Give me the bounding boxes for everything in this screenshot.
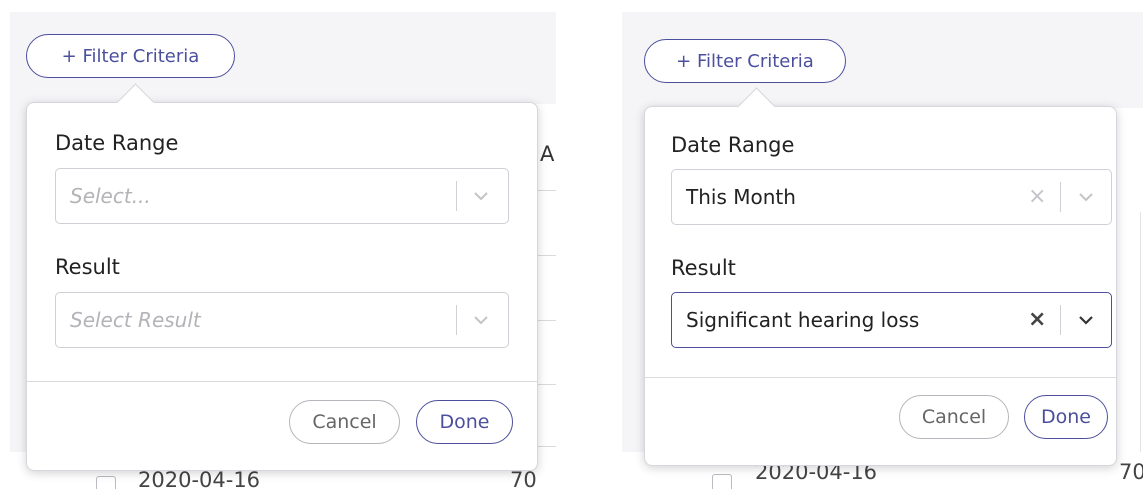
table-header-fragment: A [540, 142, 555, 166]
popover-divider [645, 377, 1116, 378]
date-range-value: This Month [686, 185, 796, 209]
cancel-button[interactable]: Cancel [899, 395, 1009, 439]
column-divider [1140, 212, 1141, 452]
filter-popover: Date Range Select... Result Select Resul… [26, 83, 538, 471]
select-separator [456, 305, 457, 335]
right-screenshot-panel: 2020-04-16 70 + Filter Criteria Date Ran… [622, 12, 1143, 489]
row-checkbox[interactable] [712, 474, 732, 489]
date-range-select[interactable]: This Month × [671, 169, 1112, 225]
select-separator [456, 181, 457, 211]
select-separator [1060, 305, 1061, 335]
cancel-button[interactable]: Cancel [289, 400, 400, 444]
date-range-label: Date Range [671, 133, 795, 157]
row-date: 2020-04-16 [138, 468, 261, 489]
done-button[interactable]: Done [1024, 395, 1108, 439]
row-number: 70 [1119, 460, 1143, 484]
result-select[interactable]: Select Result [55, 292, 509, 348]
clear-icon[interactable]: × [1028, 309, 1046, 331]
chevron-down-icon[interactable] [1077, 311, 1095, 329]
date-range-label: Date Range [55, 131, 179, 155]
result-select[interactable]: Significant hearing loss × [671, 292, 1112, 348]
row-checkbox[interactable] [96, 476, 116, 489]
popover-divider [27, 381, 537, 382]
chevron-down-icon[interactable] [472, 187, 490, 205]
chevron-down-icon[interactable] [472, 311, 490, 329]
clear-icon[interactable]: × [1028, 186, 1046, 208]
left-screenshot-panel: A ) ) ) ) 2020-04-16 70 + Filter Criteri… [10, 12, 556, 489]
chevron-down-icon[interactable] [1077, 188, 1095, 206]
result-label: Result [671, 256, 736, 280]
done-button[interactable]: Done [416, 400, 513, 444]
result-label: Result [55, 255, 120, 279]
date-range-placeholder: Select... [70, 184, 151, 208]
result-value: Significant hearing loss [686, 308, 920, 332]
filter-popover: Date Range This Month × Result Significa… [644, 87, 1117, 466]
table-column-fragment [1115, 108, 1143, 489]
select-separator [1060, 182, 1061, 212]
filter-criteria-button[interactable]: + Filter Criteria [644, 39, 846, 83]
row-number: 70 [510, 468, 537, 489]
result-placeholder: Select Result [70, 308, 201, 332]
date-range-select[interactable]: Select... [55, 168, 509, 224]
filter-criteria-button[interactable]: + Filter Criteria [26, 34, 235, 78]
